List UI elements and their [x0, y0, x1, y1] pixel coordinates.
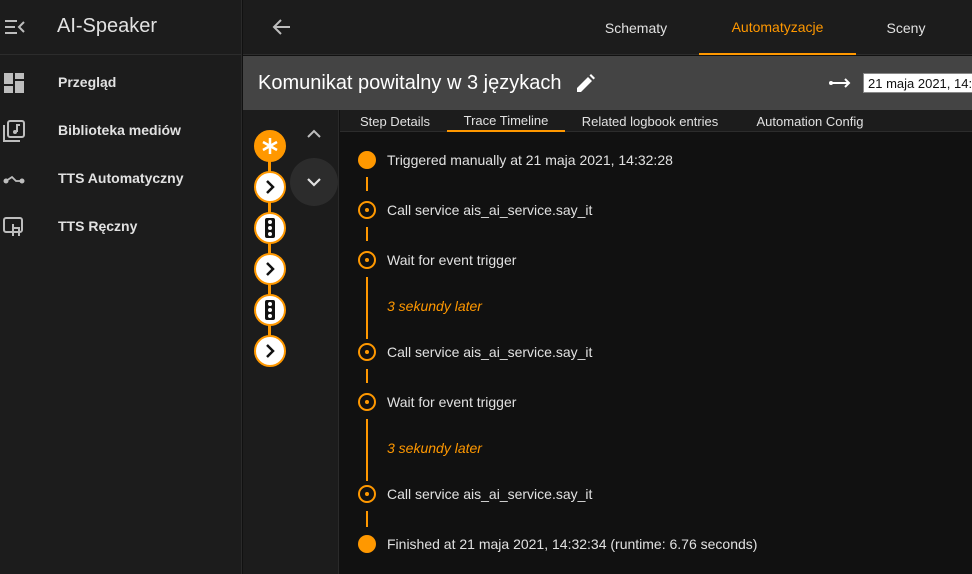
chevron-right-icon	[266, 262, 275, 276]
timeline-entry[interactable]: Call service ais_ai_service.say_it	[387, 202, 592, 218]
chevron-right-icon	[266, 180, 275, 194]
automation-title-bar: Komunikat powitalny w 3 językach 21 maja…	[243, 56, 972, 110]
sidebar-item-media-library[interactable]: Biblioteka mediów	[0, 107, 242, 155]
tab-related-logbook[interactable]: Related logbook entries	[574, 110, 726, 132]
graph-node-action-1[interactable]	[254, 171, 286, 203]
chevron-right-icon	[266, 344, 275, 358]
arrow-back-icon[interactable]	[271, 16, 293, 38]
trace-date-select[interactable]: 21 maja 2021, 14:32:28	[863, 73, 972, 93]
app-title: AI-Speaker	[57, 15, 158, 37]
timeline-entry[interactable]: Wait for event trigger	[387, 252, 516, 268]
timeline-delay-label: 3 sekundy later	[387, 298, 482, 314]
sidebar-item-overview[interactable]: Przegląd	[0, 59, 242, 107]
graph-node-wait-1[interactable]	[254, 212, 286, 244]
trace-timeline: Triggered manually at 21 maja 2021, 14:3…	[340, 133, 972, 574]
tab-step-details[interactable]: Step Details	[348, 110, 442, 132]
sidebar-item-label: Biblioteka mediów	[58, 122, 181, 138]
sidebar-item-label: Przegląd	[58, 74, 117, 90]
sidebar-item-label: TTS Ręczny	[58, 218, 138, 234]
timeline-connector	[366, 277, 368, 339]
graph-node-action-3[interactable]	[254, 335, 286, 367]
timeline-dot	[358, 535, 376, 553]
sidebar-item-tts-manual[interactable]: TTS Ręczny	[0, 203, 242, 251]
timeline-entry: Finished at 21 maja 2021, 14:32:34 (runt…	[387, 536, 758, 552]
timeline-entry[interactable]: Call service ais_ai_service.say_it	[387, 344, 592, 360]
trace-graph	[243, 110, 339, 574]
sidebar: AI-Speaker Przegląd Biblioteka mediów TT…	[0, 0, 242, 574]
graph-node-wait-2[interactable]	[254, 294, 286, 326]
pencil-icon[interactable]	[574, 73, 596, 95]
dashboard-icon	[4, 73, 24, 93]
chevron-down-icon	[307, 178, 321, 187]
timeline-connector	[366, 369, 368, 383]
top-bar: Schematy Automatyzacje Sceny	[243, 0, 972, 55]
sidebar-item-label: TTS Automatyczny	[58, 170, 184, 186]
tab-trace-timeline[interactable]: Trace Timeline	[447, 110, 565, 132]
timeline-dot	[358, 151, 376, 169]
timeline-connector	[366, 177, 368, 191]
timeline-connector	[366, 419, 368, 481]
tab-automatyzacje[interactable]: Automatyzacje	[699, 0, 856, 55]
automation-icon	[3, 175, 25, 184]
media-library-icon	[3, 120, 25, 142]
timeline-connector	[366, 227, 368, 241]
timeline-entry[interactable]: Wait for event trigger	[387, 394, 516, 410]
timeline-step-marker	[358, 485, 376, 503]
timeline-entry[interactable]: Call service ais_ai_service.say_it	[387, 486, 592, 502]
arrow-left-right-icon[interactable]	[828, 74, 852, 92]
next-step-button[interactable]	[290, 158, 338, 206]
tab-schematy[interactable]: Schematy	[586, 0, 686, 55]
trace-tabs: Step Details Trace Timeline Related logb…	[340, 110, 972, 132]
tab-sceny[interactable]: Sceny	[871, 0, 941, 55]
timeline-step-marker	[358, 201, 376, 219]
touch-icon	[3, 217, 23, 236]
graph-node-action-2[interactable]	[254, 253, 286, 285]
menu-collapse-icon[interactable]	[4, 17, 26, 37]
timeline-step-marker	[358, 393, 376, 411]
tab-automation-config[interactable]: Automation Config	[746, 110, 874, 132]
graph-node-trigger[interactable]	[254, 130, 286, 162]
timeline-step-marker	[358, 251, 376, 269]
traffic-light-icon	[265, 300, 275, 320]
timeline-entry: Triggered manually at 21 maja 2021, 14:3…	[387, 152, 673, 168]
sidebar-header: AI-Speaker	[0, 0, 241, 55]
automation-title: Komunikat powitalny w 3 językach	[258, 72, 562, 94]
traffic-light-icon	[265, 218, 275, 238]
chevron-up-icon[interactable]	[302, 122, 326, 146]
asterisk-icon	[262, 138, 278, 154]
timeline-delay-label: 3 sekundy later	[387, 440, 482, 456]
timeline-step-marker	[358, 343, 376, 361]
sidebar-item-tts-auto[interactable]: TTS Automatyczny	[0, 155, 242, 203]
timeline-connector	[366, 511, 368, 527]
